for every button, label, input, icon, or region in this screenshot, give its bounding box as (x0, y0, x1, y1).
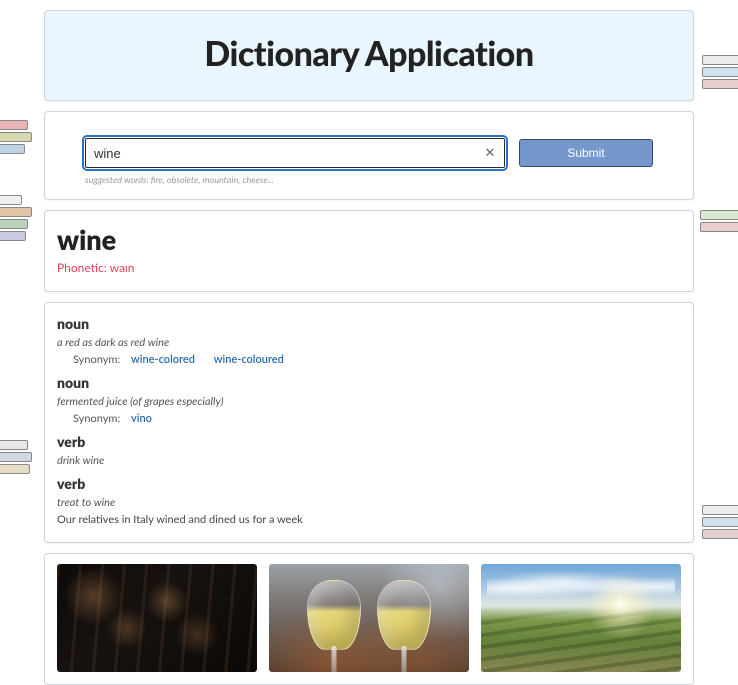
suggested-words: suggested words: fire, obsolete, mountai… (85, 174, 653, 185)
synonym-label: Synonym: (73, 412, 120, 425)
headword-card: wine Phonetic: waɪn (44, 210, 694, 292)
definition: treat to wine (57, 496, 681, 509)
synonym-row: Synonym: wine-colored wine-coloured (57, 353, 681, 366)
result-image[interactable] (481, 564, 681, 672)
submit-button[interactable]: Submit (519, 139, 653, 167)
pos: noun (57, 315, 681, 332)
definition: drink wine (57, 454, 681, 467)
pos: verb (57, 433, 681, 450)
pos: noun (57, 374, 681, 391)
definition: a red as dark as red wine (57, 336, 681, 349)
synonym-link[interactable]: wine-coloured (214, 353, 284, 366)
images-card (44, 553, 694, 685)
title-card: Dictionary Application (44, 10, 694, 101)
synonym-link[interactable]: vino (131, 412, 152, 425)
result-image[interactable] (269, 564, 469, 672)
headword: wine (57, 223, 681, 256)
app-title: Dictionary Application (55, 33, 683, 74)
synonym-link[interactable]: wine-colored (131, 353, 195, 366)
synonym-label: Synonym: (73, 353, 120, 366)
result-image[interactable] (57, 564, 257, 672)
pos: verb (57, 475, 681, 492)
example: Our relatives in Italy wined and dined u… (57, 513, 681, 526)
definitions-card: noun a red as dark as red wine Synonym: … (44, 302, 694, 543)
definition: fermented juice (of grapes especially) (57, 395, 681, 408)
search-card: ✕ Submit suggested words: fire, obsolete… (44, 111, 694, 200)
search-input[interactable] (85, 138, 505, 168)
synonym-row: Synonym: vino (57, 412, 681, 425)
phonetic: Phonetic: waɪn (57, 260, 681, 275)
clear-icon[interactable]: ✕ (482, 145, 498, 161)
search-input-wrap: ✕ (85, 138, 505, 168)
